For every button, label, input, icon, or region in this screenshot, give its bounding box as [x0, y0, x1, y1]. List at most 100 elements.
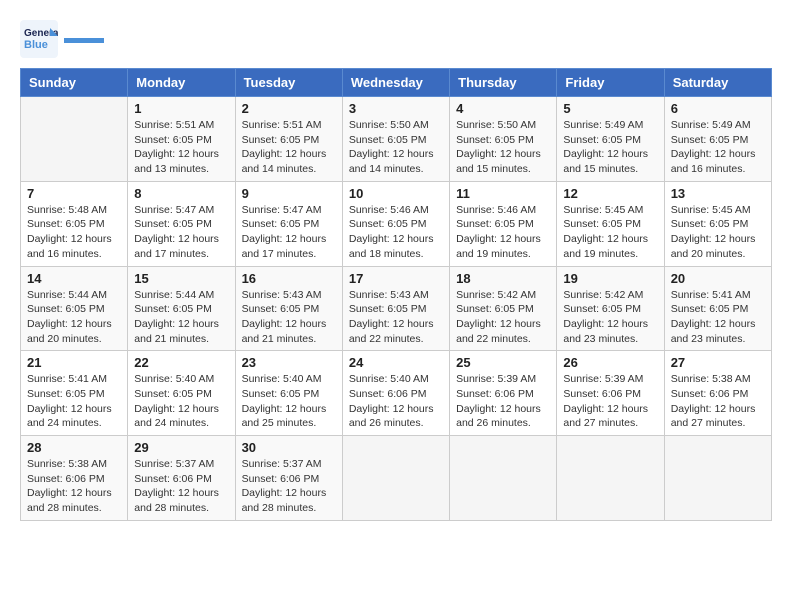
calendar-cell: 26 Sunrise: 5:39 AMSunset: 6:06 PMDayligh… [557, 351, 664, 436]
day-number: 15 [134, 271, 228, 286]
calendar-week-1: 1 Sunrise: 5:51 AMSunset: 6:05 PMDaylight… [21, 97, 772, 182]
day-number: 26 [563, 355, 657, 370]
day-number: 12 [563, 186, 657, 201]
day-info: Sunrise: 5:45 AMSunset: 6:05 PMDaylight:… [563, 203, 657, 262]
day-number: 18 [456, 271, 550, 286]
svg-text:Blue: Blue [24, 39, 48, 51]
day-info: Sunrise: 5:40 AMSunset: 6:05 PMDaylight:… [134, 372, 228, 431]
calendar-cell: 16 Sunrise: 5:43 AMSunset: 6:05 PMDayligh… [235, 266, 342, 351]
day-number: 20 [671, 271, 765, 286]
day-info: Sunrise: 5:47 AMSunset: 6:05 PMDaylight:… [242, 203, 336, 262]
day-info: Sunrise: 5:51 AMSunset: 6:05 PMDaylight:… [134, 118, 228, 177]
day-info: Sunrise: 5:37 AMSunset: 6:06 PMDaylight:… [242, 457, 336, 516]
day-number: 30 [242, 440, 336, 455]
calendar-cell: 10Sunrise: 5:46 AMSunset: 6:05 PMDayligh… [342, 181, 449, 266]
day-number: 19 [563, 271, 657, 286]
calendar-cell: 3Sunrise: 5:50 AMSunset: 6:05 PMDaylight… [342, 97, 449, 182]
calendar-cell: 22 Sunrise: 5:40 AMSunset: 6:05 PMDayligh… [128, 351, 235, 436]
day-info: Sunrise: 5:41 AMSunset: 6:05 PMDaylight:… [671, 288, 765, 347]
calendar-cell: 12 Sunrise: 5:45 AMSunset: 6:05 PMDayligh… [557, 181, 664, 266]
calendar-cell: 4 Sunrise: 5:50 AMSunset: 6:05 PMDaylight… [450, 97, 557, 182]
day-number: 2 [242, 101, 336, 116]
day-info: Sunrise: 5:40 AMSunset: 6:06 PMDaylight:… [349, 372, 443, 431]
day-info: Sunrise: 5:38 AMSunset: 6:06 PMDaylight:… [671, 372, 765, 431]
calendar-cell: 14 Sunrise: 5:44 AMSunset: 6:05 PMDayligh… [21, 266, 128, 351]
day-number: 5 [563, 101, 657, 116]
day-info: Sunrise: 5:43 AMSunset: 6:05 PMDaylight:… [242, 288, 336, 347]
day-info: Sunrise: 5:47 AMSunset: 6:05 PMDaylight:… [134, 203, 228, 262]
day-info: Sunrise: 5:50 AMSunset: 6:05 PMDaylight:… [349, 118, 443, 177]
calendar-cell: 19 Sunrise: 5:42 AMSunset: 6:05 PMDayligh… [557, 266, 664, 351]
day-number: 17 [349, 271, 443, 286]
day-number: 8 [134, 186, 228, 201]
calendar-cell [21, 97, 128, 182]
day-info: Sunrise: 5:44 AMSunset: 6:05 PMDaylight:… [134, 288, 228, 347]
calendar-header-monday: Monday [128, 69, 235, 97]
day-info: Sunrise: 5:46 AMSunset: 6:05 PMDaylight:… [349, 203, 443, 262]
calendar-cell: 5 Sunrise: 5:49 AMSunset: 6:05 PMDaylight… [557, 97, 664, 182]
calendar-cell: 6Sunrise: 5:49 AMSunset: 6:05 PMDaylight… [664, 97, 771, 182]
calendar-cell: 27 Sunrise: 5:38 AMSunset: 6:06 PMDayligh… [664, 351, 771, 436]
day-number: 21 [27, 355, 121, 370]
day-info: Sunrise: 5:49 AMSunset: 6:05 PMDaylight:… [671, 118, 765, 177]
calendar-cell [450, 436, 557, 521]
logo-text-block [64, 36, 104, 43]
day-info: Sunrise: 5:46 AMSunset: 6:05 PMDaylight:… [456, 203, 550, 262]
day-number: 23 [242, 355, 336, 370]
day-info: Sunrise: 5:43 AMSunset: 6:05 PMDaylight:… [349, 288, 443, 347]
calendar-cell [557, 436, 664, 521]
day-number: 27 [671, 355, 765, 370]
calendar-cell: 25Sunrise: 5:39 AMSunset: 6:06 PMDayligh… [450, 351, 557, 436]
calendar-week-3: 14 Sunrise: 5:44 AMSunset: 6:05 PMDayligh… [21, 266, 772, 351]
day-number: 28 [27, 440, 121, 455]
calendar-header-row: SundayMondayTuesdayWednesdayThursdayFrid… [21, 69, 772, 97]
calendar-cell: 8 Sunrise: 5:47 AMSunset: 6:05 PMDaylight… [128, 181, 235, 266]
calendar-cell: 29 Sunrise: 5:37 AMSunset: 6:06 PMDayligh… [128, 436, 235, 521]
logo-icon: General Blue [20, 20, 58, 58]
day-info: Sunrise: 5:41 AMSunset: 6:05 PMDaylight:… [27, 372, 121, 431]
calendar-header-tuesday: Tuesday [235, 69, 342, 97]
day-info: Sunrise: 5:42 AMSunset: 6:05 PMDaylight:… [563, 288, 657, 347]
day-info: Sunrise: 5:45 AMSunset: 6:05 PMDaylight:… [671, 203, 765, 262]
day-info: Sunrise: 5:49 AMSunset: 6:05 PMDaylight:… [563, 118, 657, 177]
day-number: 22 [134, 355, 228, 370]
day-number: 1 [134, 101, 228, 116]
calendar-cell [342, 436, 449, 521]
day-info: Sunrise: 5:48 AMSunset: 6:05 PMDaylight:… [27, 203, 121, 262]
day-number: 24 [349, 355, 443, 370]
calendar-cell: 1 Sunrise: 5:51 AMSunset: 6:05 PMDaylight… [128, 97, 235, 182]
calendar-cell: 18Sunrise: 5:42 AMSunset: 6:05 PMDayligh… [450, 266, 557, 351]
calendar-table: SundayMondayTuesdayWednesdayThursdayFrid… [20, 68, 772, 521]
calendar-header-saturday: Saturday [664, 69, 771, 97]
calendar-cell: 28 Sunrise: 5:38 AMSunset: 6:06 PMDayligh… [21, 436, 128, 521]
calendar-cell: 23Sunrise: 5:40 AMSunset: 6:05 PMDayligh… [235, 351, 342, 436]
day-number: 4 [456, 101, 550, 116]
calendar-header-thursday: Thursday [450, 69, 557, 97]
day-info: Sunrise: 5:44 AMSunset: 6:05 PMDaylight:… [27, 288, 121, 347]
day-number: 7 [27, 186, 121, 201]
day-number: 9 [242, 186, 336, 201]
day-number: 25 [456, 355, 550, 370]
calendar-cell: 9 Sunrise: 5:47 AMSunset: 6:05 PMDaylight… [235, 181, 342, 266]
calendar-week-2: 7 Sunrise: 5:48 AMSunset: 6:05 PMDaylight… [21, 181, 772, 266]
day-number: 11 [456, 186, 550, 201]
logo-blue-bar [64, 38, 104, 43]
day-info: Sunrise: 5:50 AMSunset: 6:05 PMDaylight:… [456, 118, 550, 177]
day-info: Sunrise: 5:37 AMSunset: 6:06 PMDaylight:… [134, 457, 228, 516]
logo: General Blue [20, 20, 104, 58]
day-number: 13 [671, 186, 765, 201]
day-info: Sunrise: 5:51 AMSunset: 6:05 PMDaylight:… [242, 118, 336, 177]
calendar-cell: 2 Sunrise: 5:51 AMSunset: 6:05 PMDaylight… [235, 97, 342, 182]
calendar-cell: 15 Sunrise: 5:44 AMSunset: 6:05 PMDayligh… [128, 266, 235, 351]
calendar-week-4: 21 Sunrise: 5:41 AMSunset: 6:05 PMDayligh… [21, 351, 772, 436]
calendar-header-friday: Friday [557, 69, 664, 97]
day-number: 29 [134, 440, 228, 455]
calendar-header-sunday: Sunday [21, 69, 128, 97]
calendar-cell: 13 Sunrise: 5:45 AMSunset: 6:05 PMDayligh… [664, 181, 771, 266]
calendar-cell: 11 Sunrise: 5:46 AMSunset: 6:05 PMDayligh… [450, 181, 557, 266]
day-info: Sunrise: 5:38 AMSunset: 6:06 PMDaylight:… [27, 457, 121, 516]
calendar-cell [664, 436, 771, 521]
day-number: 14 [27, 271, 121, 286]
day-info: Sunrise: 5:39 AMSunset: 6:06 PMDaylight:… [563, 372, 657, 431]
day-number: 16 [242, 271, 336, 286]
